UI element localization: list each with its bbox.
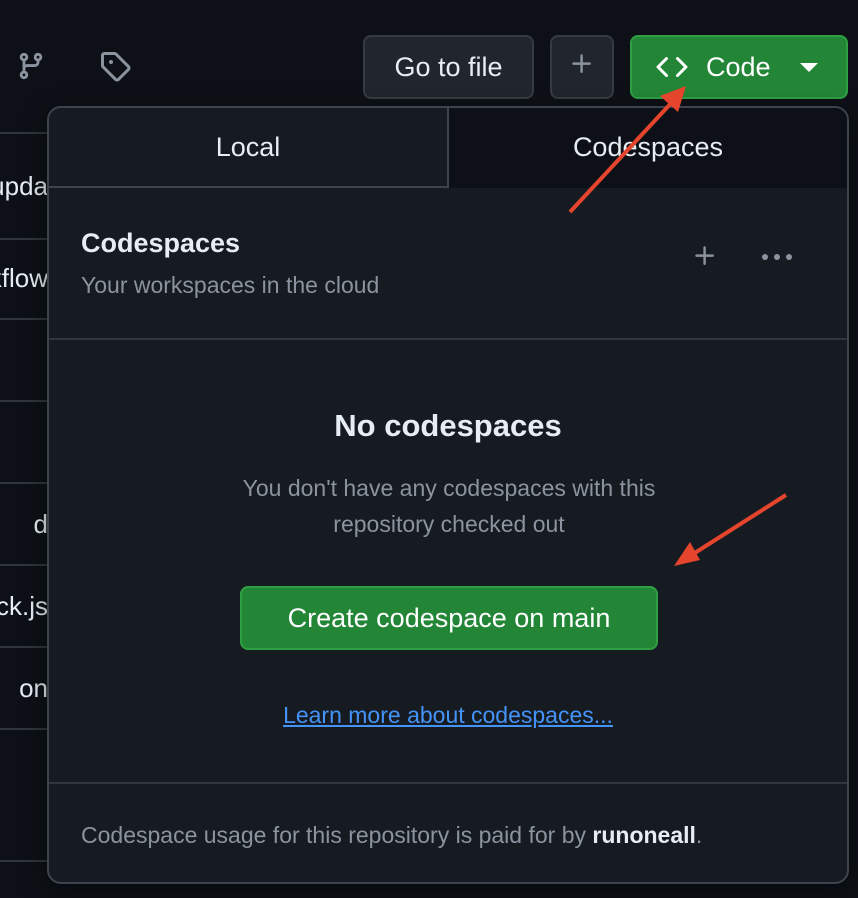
- more-options-button[interactable]: [757, 238, 797, 278]
- codespaces-subtitle: Your workspaces in the cloud: [81, 272, 380, 298]
- go-to-file-label: Go to file: [394, 51, 503, 82]
- code-dropdown-panel: Local Codespaces Codespaces Your workspa…: [47, 106, 849, 884]
- add-file-button[interactable]: [550, 35, 614, 99]
- file-list-background: upda kflow d ck.js on: [0, 132, 48, 872]
- dropdown-tabs: Local Codespaces: [49, 108, 847, 188]
- create-codespace-button[interactable]: Create codespace on main: [240, 586, 658, 650]
- kebab-icon: [760, 249, 794, 267]
- file-row[interactable]: on: [0, 648, 48, 730]
- codespaces-title: Codespaces: [81, 228, 241, 258]
- file-row[interactable]: upda: [0, 132, 48, 240]
- tab-local-label: Local: [215, 131, 281, 162]
- empty-state-title: No codespaces: [334, 408, 562, 443]
- file-row[interactable]: [0, 320, 48, 402]
- tab-local[interactable]: Local: [49, 108, 449, 188]
- learn-more-link[interactable]: Learn more about codespaces...: [49, 702, 847, 729]
- file-row[interactable]: ck.js: [0, 566, 48, 648]
- tab-codespaces-label: Codespaces: [572, 131, 724, 162]
- go-to-file-button[interactable]: Go to file: [363, 35, 534, 99]
- create-codespace-label: Create codespace on main: [287, 602, 611, 633]
- billing-footer: Codespace usage for this repository is p…: [49, 782, 847, 882]
- codespaces-header: Codespaces Your workspaces in the cloud: [49, 188, 847, 340]
- caret-down-icon: [800, 63, 818, 72]
- billing-owner: runoneall: [592, 822, 696, 848]
- code-button[interactable]: Code: [630, 35, 848, 99]
- file-row[interactable]: [0, 402, 48, 484]
- billing-text: Codespace usage for this repository is p…: [81, 822, 703, 848]
- new-codespace-button[interactable]: [685, 238, 725, 278]
- tag-icon[interactable]: [97, 48, 133, 84]
- tab-codespaces[interactable]: Codespaces: [449, 108, 847, 188]
- file-row[interactable]: kflow: [0, 238, 48, 320]
- branch-icon[interactable]: [13, 48, 49, 84]
- empty-state-description: You don't have any codespaces with this …: [242, 475, 656, 537]
- plus-icon: [692, 243, 718, 274]
- code-label: Code: [706, 51, 771, 82]
- plus-icon: [569, 51, 595, 84]
- code-brackets-icon: [656, 51, 688, 83]
- file-row[interactable]: [0, 730, 48, 862]
- file-row[interactable]: d: [0, 484, 48, 566]
